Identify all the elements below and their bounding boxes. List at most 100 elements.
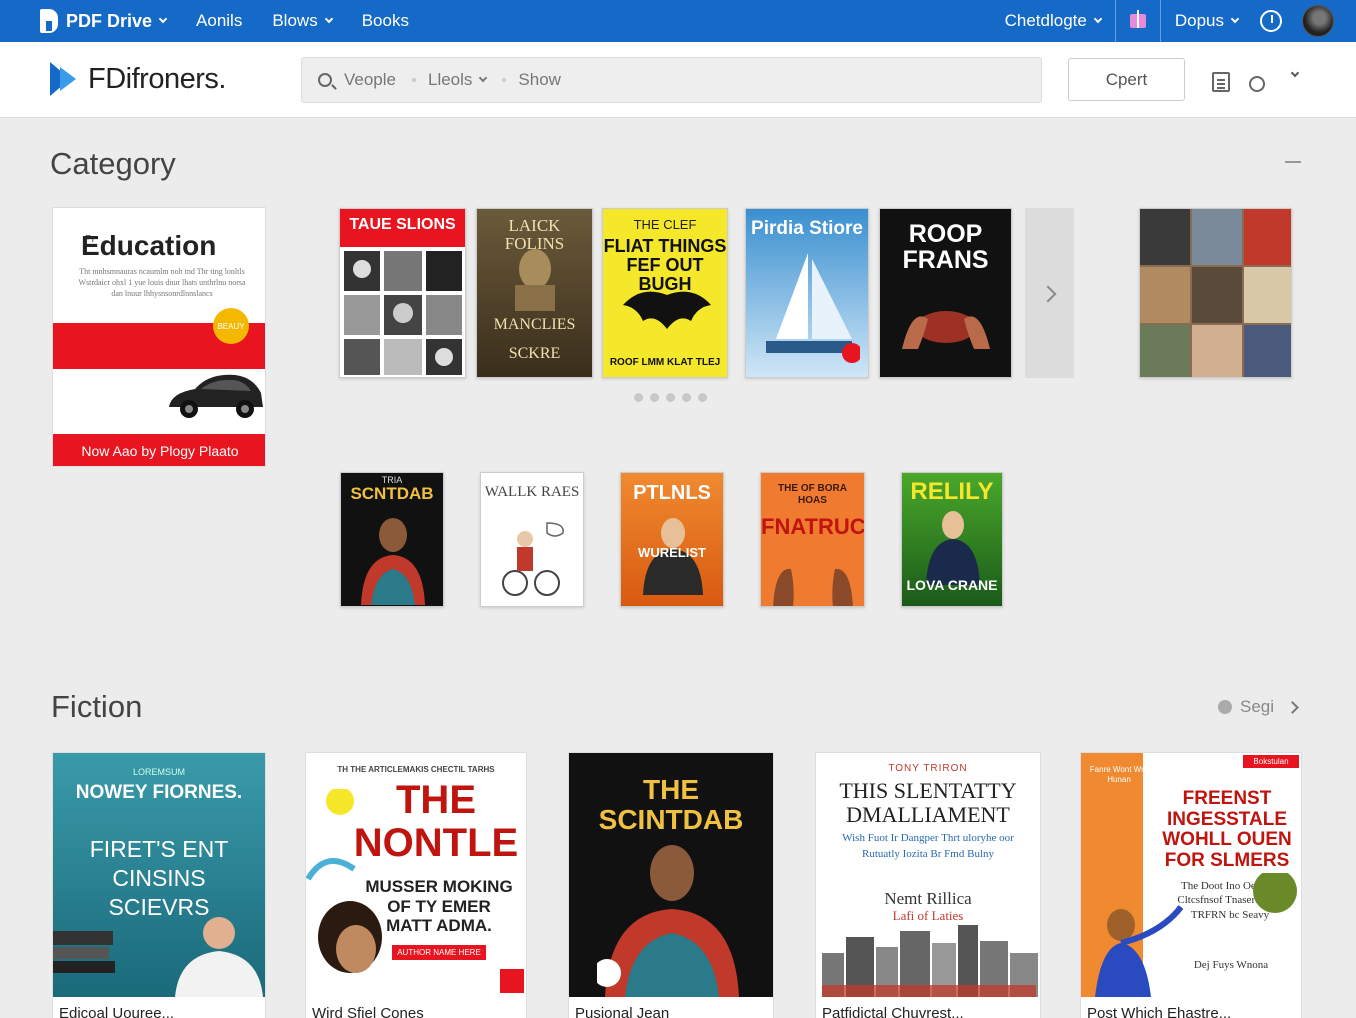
book-cover[interactable]: PTLNLS WURELIST	[620, 472, 724, 607]
portrait-illustration-icon	[306, 789, 524, 993]
pdf-drive-logo-icon	[40, 9, 58, 33]
book-subtitle: FIRET'S ENT CINSINS SCIEVRS	[89, 836, 229, 920]
book-caption: Wird Sfiel Cones	[312, 1005, 424, 1018]
search-input[interactable]: Veople	[344, 70, 396, 90]
search-filter-dropdown[interactable]: Lleols	[428, 70, 488, 90]
section-title-category: Category	[50, 146, 176, 181]
book-cover: LOREMSUM NOWEY FIORNES. FIRET'S ENT CINS…	[53, 753, 265, 997]
section-title-fiction: Fiction	[51, 689, 143, 724]
site-header: FDifroners. Veople Lleols Show Cpert	[0, 42, 1356, 118]
nav-item-aonils[interactable]: Aonils	[196, 11, 242, 31]
book-top-line: TONY TRIRON	[888, 763, 968, 774]
nav-item-chetdlogte[interactable]: Chetdlogte	[1004, 11, 1103, 31]
dancer-illustration-icon	[1095, 873, 1297, 997]
fiction-book-card[interactable]: THE SCINTDAB Pusional Jean	[568, 752, 774, 1018]
book-subtitle: ROOF LMM KLAT TLEJ	[609, 357, 721, 368]
search-bar[interactable]: Veople Lleols Show	[301, 57, 1042, 103]
book-author-subtitle: Lafi of Laties	[892, 908, 964, 923]
book-author: Nemt Rillica	[884, 889, 972, 908]
nav-label: Chetdlogte	[1004, 11, 1087, 30]
chevron-down-icon	[1093, 14, 1103, 24]
carousel-dot[interactable]	[682, 393, 691, 402]
book-top-line: LOREMSUM	[132, 767, 185, 777]
collapse-icon[interactable]	[1285, 161, 1301, 163]
carousel-pagination	[634, 393, 714, 402]
book-top-line: THE CLEF	[633, 217, 697, 232]
featured-badge: BEAUY	[213, 308, 249, 344]
book-title: Pirdia Stiore	[751, 218, 863, 239]
carousel-next-button[interactable]	[1025, 208, 1074, 378]
top-navigation-bar: PDF Drive Aonils Blows Books Chetdlogte …	[0, 0, 1356, 42]
nav-label: Blows	[272, 11, 318, 30]
book-cover: TH THE ARTICLEMAKIS CHECTIL TARHS THE NO…	[306, 753, 526, 997]
fiction-book-card[interactable]: TH THE ARTICLEMAKIS CHECTIL TARHS THE NO…	[305, 752, 527, 1018]
featured-book-education[interactable]: Pr Education Tht mnhsmnauras ncaumlm noh…	[52, 207, 266, 467]
search-show-button[interactable]: Show	[518, 70, 561, 90]
book-cover: Fanre Wont Wro Hunan Bokstulan FREENST I…	[1081, 753, 1301, 997]
book-title: NOWEY FIORNES.	[75, 782, 243, 803]
carousel-dot[interactable]	[666, 393, 675, 402]
document-icon[interactable]	[1212, 72, 1230, 92]
book-title: RELILY	[910, 478, 994, 505]
book-title: FNATRUCT	[761, 514, 865, 539]
hands-icon	[773, 568, 853, 606]
carousel-dot[interactable]	[634, 393, 643, 402]
city-skyline-icon	[822, 925, 1038, 997]
book-cover[interactable]: ROOP FRANS	[879, 208, 1012, 378]
nav-label: Aonils	[196, 11, 243, 30]
chevron-down-icon[interactable]	[1290, 68, 1300, 78]
photo-collage-icon	[1140, 209, 1291, 377]
fiction-book-card[interactable]: Fanre Wont Wro Hunan Bokstulan FREENST I…	[1080, 752, 1302, 1018]
book-cover[interactable]: Pirdia Stiore	[745, 208, 869, 378]
sailboat-icon	[766, 253, 860, 363]
chevron-down-icon	[1230, 14, 1240, 24]
carousel-dot[interactable]	[650, 393, 659, 402]
book-title: WALLK RAES	[484, 484, 580, 500]
hands-icon	[902, 311, 990, 349]
site-logo[interactable]: FDifroners.	[50, 62, 226, 96]
portrait-icon	[361, 518, 425, 605]
bat-icon	[623, 291, 711, 329]
cyclist-illustration-icon	[502, 522, 564, 596]
book-cover[interactable]: TRIA SCNTDAB	[340, 472, 444, 607]
carousel-dot[interactable]	[698, 393, 707, 402]
nav-label: Books	[361, 11, 409, 30]
book-title: FREENST INGESSTALE WOHLL OUEN FOR SLMERS	[1162, 788, 1292, 871]
see-all-label: Segi	[1240, 697, 1275, 716]
fiction-book-card[interactable]: TONY TRIRON THIS SLENTATTY DMALLIAMENT W…	[815, 752, 1041, 1018]
book-subtitle: Wish Fuot Ir Dangper Thrt uloryhe oor Ru…	[842, 832, 1014, 860]
car-icon	[169, 374, 263, 418]
book-subtitle: MANCLIES SCKRE	[493, 316, 576, 362]
arrow-logo-icon	[50, 62, 80, 96]
book-caption: Pusional Jean	[575, 1005, 670, 1018]
gift-icon[interactable]	[1129, 10, 1146, 28]
fiction-book-card[interactable]: LOREMSUM NOWEY FIORNES. FIRET'S ENT CINS…	[52, 752, 266, 1018]
nav-item-blows[interactable]: Blows	[272, 11, 333, 31]
clock-icon[interactable]	[1260, 10, 1282, 32]
book-cover[interactable]: RELILY LOVA CRANE	[901, 472, 1003, 607]
book-cover[interactable]: TAUE SLIONS	[339, 208, 466, 378]
reader-illustration-icon	[53, 917, 263, 997]
nav-item-dopus[interactable]: Dopus	[1175, 11, 1240, 31]
book-title: PTLNLS	[633, 482, 711, 504]
eye-icon	[1218, 700, 1232, 714]
featured-title: Education	[81, 230, 217, 261]
audio-icon[interactable]	[1245, 74, 1265, 92]
book-title: SCNTDAB	[350, 484, 434, 503]
book-cover[interactable]: LAICK FOLINS MANCLIES SCKRE	[476, 208, 593, 378]
book-cover[interactable]: THE CLEF FLIAT THINGS FEF OUT BUGH ROOF …	[602, 208, 728, 378]
book-flag: Bokstulan	[1243, 755, 1299, 768]
book-caption: Edicoal Uouree...	[59, 1005, 175, 1018]
divider	[502, 78, 507, 82]
book-cover[interactable]: THE OF BORA HOAS FNATRUCT	[760, 472, 865, 607]
nav-item-books[interactable]: Books	[362, 11, 409, 31]
brand-link[interactable]: PDF Drive	[40, 9, 168, 33]
see-all-link[interactable]: Segi	[1218, 697, 1299, 717]
book-cover[interactable]: WALLK RAES	[480, 472, 584, 607]
book-cover[interactable]	[1139, 208, 1292, 378]
chevron-down-icon	[479, 73, 488, 83]
featured-footer: Now Aao by Plogy Plaato	[53, 434, 265, 466]
figure-icon	[515, 249, 555, 311]
user-avatar[interactable]	[1302, 5, 1334, 37]
open-button[interactable]: Cpert	[1068, 58, 1185, 101]
